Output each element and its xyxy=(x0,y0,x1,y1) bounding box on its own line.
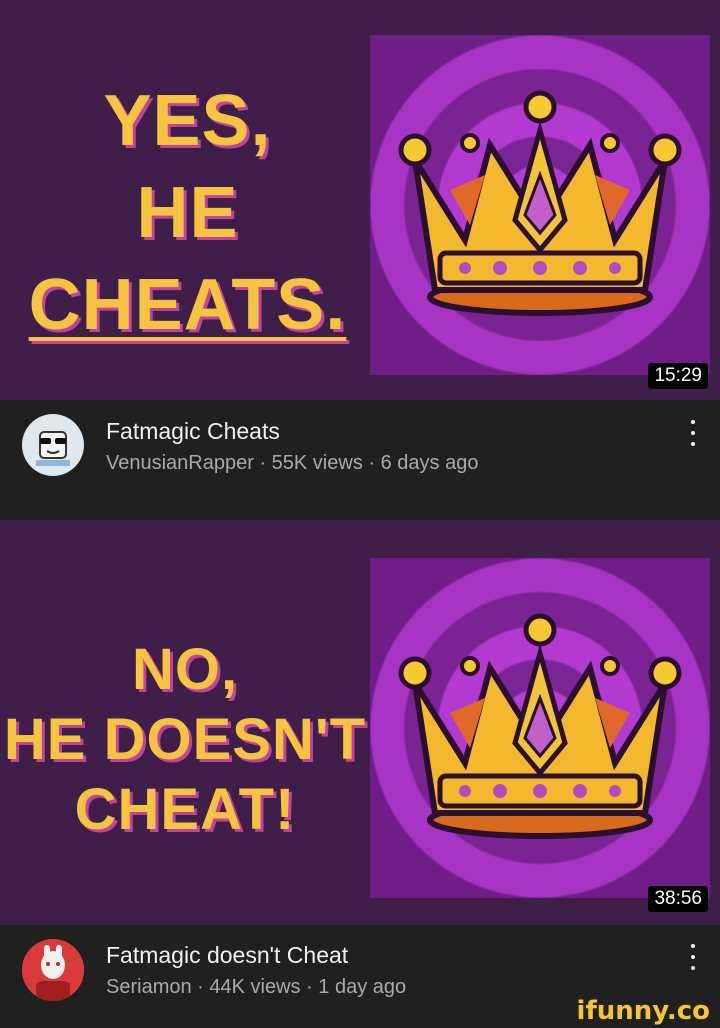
thumbnail-headline-1: YES, HE CHEATS. xyxy=(28,81,347,345)
video-thumbnail-1[interactable]: YES, HE CHEATS. 15:29 xyxy=(0,0,720,400)
crown-icon xyxy=(398,90,682,316)
thumbnail-headline-2: NO, HE DOESN'T CHEAT! xyxy=(3,637,367,842)
duration-badge-2: 38:56 xyxy=(648,886,708,912)
video-title-1[interactable]: Fatmagic Cheats xyxy=(106,418,280,445)
channel-avatar-2[interactable] xyxy=(22,939,84,1001)
more-options-icon[interactable] xyxy=(688,420,698,446)
channel-avatar-1[interactable] xyxy=(22,414,84,476)
crown-artwork-1 xyxy=(370,35,710,375)
watermark: ifunny.co xyxy=(576,996,710,1026)
crown-artwork-2 xyxy=(370,558,710,898)
duration-badge-1: 15:29 xyxy=(648,363,708,389)
video-thumbnail-2[interactable]: NO, HE DOESN'T CHEAT! 38:56 xyxy=(0,520,720,925)
avatar-icon xyxy=(22,939,84,1001)
more-options-icon[interactable] xyxy=(688,944,698,970)
video-subtitle-2: Seriamon · 44K views · 1 day ago xyxy=(106,976,407,998)
video-subtitle-1: VenusianRapper · 55K views · 6 days ago xyxy=(106,452,479,474)
avatar-icon xyxy=(36,431,70,466)
crown-icon xyxy=(398,613,682,839)
video-meta-1[interactable]: Fatmagic Cheats VenusianRapper · 55K vie… xyxy=(0,400,720,520)
video-title-2[interactable]: Fatmagic doesn't Cheat xyxy=(106,942,348,969)
